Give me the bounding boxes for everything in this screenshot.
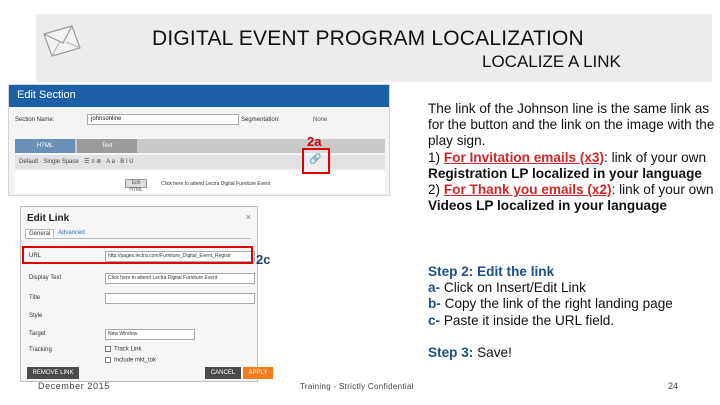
item1-link: For Invitation emails (x3) (443, 149, 605, 165)
track-link-label: Track Link (114, 346, 142, 353)
content-link-text[interactable]: Click here to attend Lectra Digital Furn… (161, 181, 270, 187)
intro-text: The link of the Johnson line is the same… (428, 101, 715, 149)
callout-2a: 2a (307, 134, 322, 149)
step2-b-letter: b- (428, 296, 441, 312)
edit-link-dialog: Edit Link × General Advanced URL http://… (20, 206, 273, 382)
step2-title: Edit the link (477, 264, 555, 279)
section-name-label: Section Name: (15, 117, 55, 123)
edit-link-title: Edit Link (27, 213, 70, 224)
target-label: Target (29, 331, 46, 337)
url-field-highlight (22, 246, 253, 264)
cancel-button[interactable]: CANCEL (205, 367, 241, 379)
step2-a: Click on Insert/Edit Link (440, 280, 586, 296)
step3-text: Save! (477, 345, 512, 360)
step3-block: Step 3: Save! (428, 345, 718, 361)
display-text-label: Display Text (29, 275, 62, 281)
step2-a-letter: a- (428, 280, 441, 296)
tab-advanced[interactable]: Advanced (55, 229, 88, 237)
track-link-checkbox[interactable]: Track Link (105, 346, 141, 353)
segmentation-value[interactable]: None (313, 117, 327, 123)
item1-mid: : link of your own (604, 149, 707, 165)
display-text-field[interactable]: Click here to attend Lectra Digital Furn… (105, 273, 255, 284)
title-label: Title (29, 295, 41, 301)
item2-mid: : link of your own (611, 182, 714, 198)
close-icon[interactable]: × (246, 212, 251, 222)
instructions-paragraph: The link of the Johnson line is the same… (428, 101, 716, 214)
insert-link-icon[interactable]: 🔗 (309, 154, 321, 165)
tab-general[interactable]: General (25, 229, 55, 238)
callout-2c: 2c (256, 252, 271, 267)
style-label: Style (29, 313, 43, 319)
editor-content[interactable]: Edit HTML Click here to attend Lectra Di… (15, 171, 385, 193)
item2-link: For Thank you emails (x2) (443, 182, 612, 198)
target-select[interactable]: New Window (105, 329, 195, 340)
footer-confidential: Training - Strictly Confidential (300, 382, 414, 391)
item2-prefix: 2) (428, 182, 444, 198)
item1-bold: Registration LP localized in your langua… (428, 165, 702, 181)
include-token-label: Include mkt_tok (114, 357, 157, 364)
section-name-input[interactable]: johnsonline (87, 114, 239, 125)
item1-prefix: 1) (428, 149, 444, 165)
step2-block: Step 2: Edit the link a- Click on Insert… (428, 264, 718, 329)
edit-section-panel: Edit Section Section Name: johnsonline S… (8, 84, 390, 196)
dialog-tabs: General Advanced (25, 229, 251, 239)
title-field[interactable] (105, 293, 255, 304)
page-number: 24 (668, 381, 679, 391)
include-token-checkbox[interactable]: Include mkt_tok (105, 357, 156, 364)
envelope-icon (43, 25, 81, 57)
slide-title: DIGITAL EVENT PROGRAM LOCALIZATION (152, 27, 584, 50)
step2-c: Paste it inside the URL field. (440, 312, 615, 328)
slide-subtitle: LOCALIZE A LINK (482, 52, 621, 71)
step2-b: Copy the link of the right landing page (440, 296, 673, 312)
step3-head: Step 3: (428, 345, 478, 360)
step2-head: Step 2: (428, 264, 478, 279)
segmentation-label: Segmentation: (241, 117, 280, 123)
tracking-label: Tracking (29, 347, 52, 353)
footer-date: December 2015 (38, 381, 110, 391)
apply-button[interactable]: APPLY (243, 367, 273, 379)
item2-bold: Videos LP localized in your language (428, 198, 667, 214)
tab-html[interactable]: HTML (15, 139, 75, 153)
edit-section-title: Edit Section (9, 85, 389, 107)
step2-c-letter: c- (428, 312, 441, 328)
edit-html-button[interactable]: Edit HTML (125, 179, 147, 193)
tab-text[interactable]: Text (77, 139, 137, 153)
remove-link-button[interactable]: REMOVE LINK (27, 367, 79, 379)
